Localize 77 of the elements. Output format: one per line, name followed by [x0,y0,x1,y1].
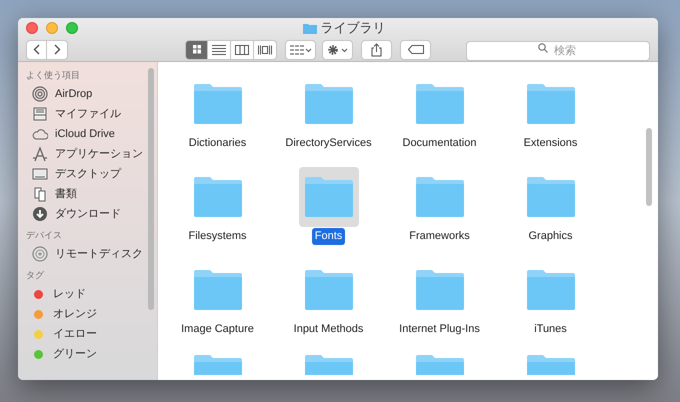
share-button[interactable] [361,40,392,60]
forward-button[interactable] [47,40,68,60]
tag-icon [408,45,424,54]
folder-icon [414,177,464,217]
sidebar-item[interactable]: イエロー [53,326,97,342]
folder-icon [526,84,576,124]
cover-flow-icon [258,44,272,54]
folder-icon [414,84,464,124]
folder-name: Graphics [527,229,574,244]
column-view-icon [235,44,249,54]
sidebar-item[interactable]: ダウンロード [55,206,121,222]
sidebar-section-title: よく使う項目 [26,69,81,82]
tag-button[interactable] [400,40,431,60]
chevron-left-icon [33,44,40,55]
chevron-right-icon [54,44,60,55]
download-icon [32,206,48,222]
folder-name: iTunes [533,322,568,337]
folder-icon [192,270,242,310]
search-field[interactable]: 検索 [466,40,650,60]
airdrop-icon [32,86,48,102]
folder-icon [302,22,316,34]
sidebar-section-title: デバイス [26,229,63,242]
list-view-icon [212,44,226,54]
folder-icon [192,355,242,375]
folder-name: Extensions [522,136,578,151]
sidebar-item[interactable]: アプリケーション [55,146,143,162]
sidebar-item[interactable]: レッド [53,286,86,302]
folder-name: Dictionaries [188,136,248,151]
sidebar-item[interactable]: iCloud Drive [55,126,115,142]
arrange-button[interactable] [285,40,316,60]
folder-name: Documentation [402,136,478,151]
folder-icon [304,177,354,217]
folder-icon [526,177,576,217]
monitor-icon [32,166,48,182]
close-button[interactable] [26,22,38,34]
folder-icon [192,177,242,217]
folder-icon [304,84,354,124]
folder-name: DirectoryServices [284,136,373,151]
folder-name: Internet Plug-Ins [398,322,481,337]
documents-icon [32,186,48,202]
folder-name: Filesystems [187,229,248,244]
sidebar-item[interactable]: デスクトップ [55,166,121,182]
view-button[interactable] [231,40,254,60]
folder-name: Input Methods [292,322,364,337]
minimize-button[interactable] [46,22,58,34]
action-button[interactable] [322,40,353,60]
folder-name: Image Capture [180,322,255,337]
sidebar-item[interactable]: オレンジ [53,306,97,322]
sidebar-section-title: タグ [26,269,45,282]
gear-caret-icon [326,44,348,56]
folder-name: Frameworks [408,229,471,244]
sidebar-item[interactable]: 書類 [55,186,77,202]
share-icon [371,42,382,56]
icon-view-icon [192,44,200,54]
window-title: ライブラリ [320,19,386,37]
sidebar-item[interactable]: グリーン [53,346,97,362]
folder-icon [304,270,354,310]
sidebar-item[interactable]: リモートディスク [55,246,143,262]
disc-icon [32,246,48,262]
folder-name: Fonts [312,228,346,244]
folder-icon [192,84,242,124]
back-button[interactable] [26,40,47,60]
view-button[interactable] [208,40,231,60]
folder-icon [414,355,464,375]
folder-icon [304,355,354,375]
sidebar-item[interactable]: AirDrop [55,86,92,102]
view-button[interactable] [185,40,208,60]
drawer-icon [32,106,48,122]
view-button[interactable] [254,40,277,60]
search-icon [538,42,548,52]
grid-caret-icon [290,44,312,54]
folder-icon [414,270,464,310]
folder-icon [526,355,576,375]
folder-icon [526,270,576,310]
zoom-button[interactable] [66,22,78,34]
folder-tile[interactable] [298,167,358,227]
sidebar-item[interactable]: マイファイル [55,106,121,122]
